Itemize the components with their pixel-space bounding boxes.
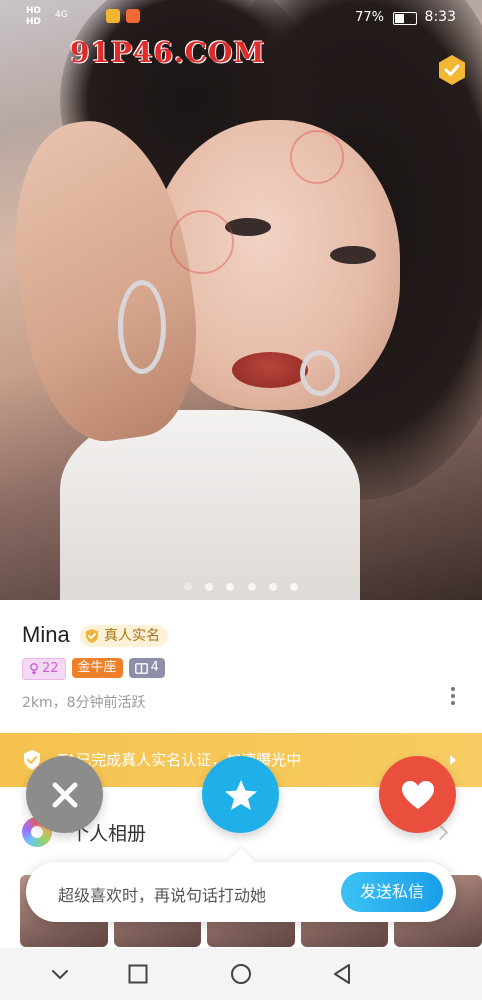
more-options-icon[interactable]: [444, 684, 462, 710]
profile-tags: 22 金牛座 4: [22, 658, 165, 680]
photo-count-value: 4: [150, 660, 159, 675]
female-icon: [30, 663, 38, 675]
watermark-stamp: [290, 130, 344, 184]
system-nav-bar: [0, 948, 482, 1000]
album-book-icon: [134, 662, 148, 674]
pagination-dot[interactable]: [226, 583, 235, 591]
activity-status: 2km，8分钟前活跃: [22, 695, 146, 711]
super-like-tip: 超级喜欢时，再说句话打动她 发送私信: [26, 862, 456, 922]
photo-pagination: [0, 576, 482, 595]
photo-earring: [300, 350, 340, 396]
verified-hexagon-icon: [439, 55, 465, 85]
chevron-down-icon[interactable]: [48, 962, 72, 986]
profile-info: Mina 真人实名 22 金牛座 4 2km，8分钟前活跃: [0, 600, 482, 730]
zodiac-tag: 金牛座: [71, 658, 123, 678]
dislike-button[interactable]: [26, 756, 103, 833]
watermark-stamp: [170, 210, 234, 274]
age-tag: 22: [22, 658, 66, 680]
back-icon[interactable]: [331, 962, 355, 986]
photo-count-tag: 4: [128, 658, 165, 678]
recent-apps-icon[interactable]: [126, 962, 150, 986]
verified-shield-icon: [86, 629, 98, 643]
close-icon: [52, 782, 77, 807]
star-icon: [224, 779, 257, 810]
photo-lips: [232, 352, 308, 388]
verified-label: 真人实名: [104, 628, 160, 644]
sim-indicator: HD HD: [26, 6, 42, 27]
heart-icon: [401, 780, 434, 809]
battery-icon: [393, 12, 417, 25]
pagination-dot[interactable]: [268, 583, 277, 591]
pagination-dot[interactable]: [184, 583, 193, 591]
pagination-dot[interactable]: [247, 583, 256, 591]
app-notification-icon: [126, 9, 140, 23]
home-icon[interactable]: [229, 962, 253, 986]
photo-earring: [118, 280, 166, 374]
super-like-button[interactable]: [202, 756, 279, 833]
age-value: 22: [42, 661, 59, 676]
profile-name: Mina: [22, 622, 70, 647]
banner-arrow-icon: [450, 755, 456, 765]
battery-percent: 77%: [355, 10, 384, 25]
status-bar: HD HD 4G 77% 8:33: [0, 0, 482, 36]
verified-badge: 真人实名: [80, 625, 168, 647]
send-message-button[interactable]: 发送私信: [341, 872, 443, 912]
clock: 8:33: [424, 9, 456, 25]
profile-photo[interactable]: [0, 0, 482, 600]
app-notification-icon: [106, 9, 120, 23]
pagination-dot[interactable]: [289, 583, 298, 591]
pagination-dot[interactable]: [205, 583, 214, 591]
like-button[interactable]: [379, 756, 456, 833]
tip-text: 超级喜欢时，再说句话打动她: [58, 886, 267, 905]
network-indicator: 4G: [55, 10, 68, 20]
photo-eye: [330, 246, 376, 264]
watermark-logo: 91P46.COM: [70, 36, 266, 69]
